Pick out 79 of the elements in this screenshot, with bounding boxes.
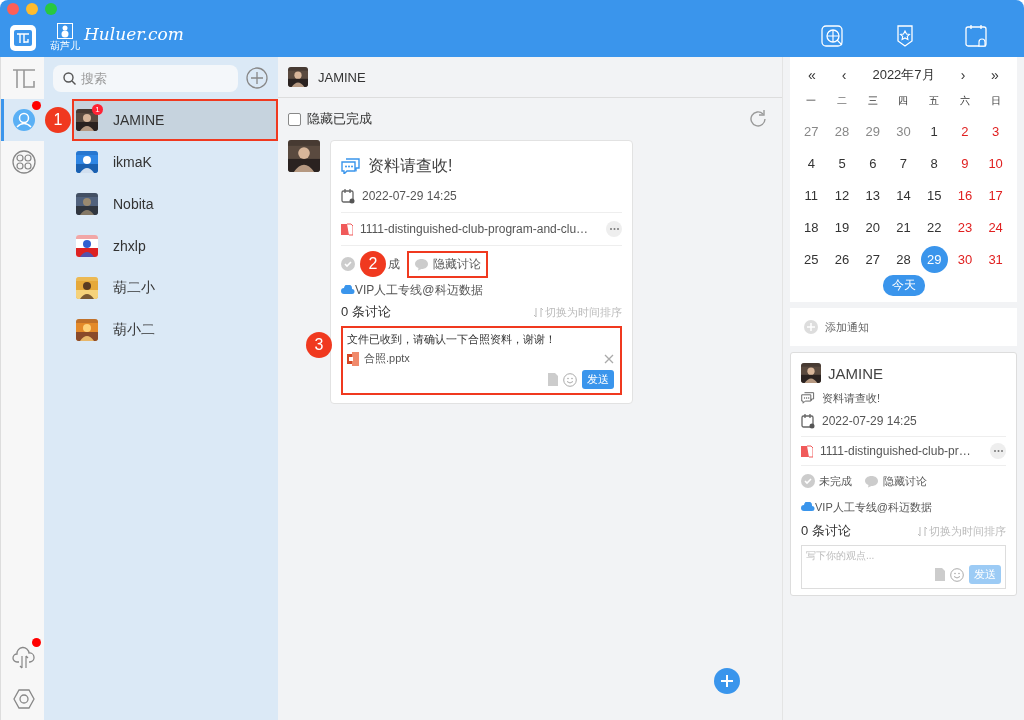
discussion-count: 0 条讨论 [801,522,851,540]
calendar-day[interactable]: 4 [797,150,825,177]
search-field[interactable]: 搜索 [53,64,238,92]
calendar-day[interactable]: 22 [920,214,948,241]
status-label: 成 [388,255,400,273]
task-date: 2022-07-29 14:25 [362,189,457,203]
contact-item[interactable]: 1 JAMINE [72,99,278,141]
calendar-day[interactable]: 11 [797,182,825,209]
calendar-day[interactable]: 15 [920,182,948,209]
logo-caption: 葫芦儿 [50,40,80,51]
calendar-day[interactable]: 26 [828,246,856,273]
calendar-day[interactable]: 1 [920,118,948,145]
calendar-day[interactable]: 14 [890,182,917,209]
calendar-day[interactable]: 9 [951,150,979,177]
contact-item[interactable]: zhxlp [72,225,278,267]
calendar-day[interactable]: 3 [982,118,1010,145]
contact-item[interactable]: 葫小二 [72,309,278,351]
checkbox-label: 隐藏已完成 [307,110,372,128]
weekday-label: 一 [805,94,818,108]
annotation-marker: 2 [360,251,386,277]
preview-date: 2022-07-29 14:25 [822,414,917,428]
attachment-link[interactable]: 1111-distinguished-club-pr… [820,444,971,458]
calendar-day[interactable]: 27 [797,118,825,145]
hide-discussion-button[interactable]: 隐藏讨论 [407,250,488,278]
group-label: VIP人工专线@科迈数据 [355,281,483,299]
calendar-day[interactable]: 21 [890,214,917,241]
chat-title: JAMINE [318,69,366,85]
contact-item[interactable]: Nobita [72,183,278,225]
calendar-day[interactable]: 16 [951,182,979,209]
calendar-day[interactable]: 30 [890,118,917,145]
calendar-day[interactable]: 25 [797,246,825,273]
calendar-day[interactable]: 8 [920,150,948,177]
weekday-label: 三 [866,94,879,108]
weekday-label: 二 [836,94,849,108]
calendar-day[interactable]: 27 [859,246,887,273]
calendar-day[interactable]: 23 [951,214,979,241]
weekday-label: 日 [989,94,1002,108]
contact-item[interactable]: 葫二小 [72,267,278,309]
discussion-count: 0 条讨论 [341,303,391,321]
calendar-day[interactable]: 29 [859,118,887,145]
hide-discussion-button[interactable]: 隐藏讨论 [859,470,932,492]
task-title: 资料请查收! [368,155,453,176]
attachment-name: 合照.pptx [364,351,410,366]
calendar-month: 2022年7月 [871,66,936,84]
calendar-day[interactable]: 19 [828,214,856,241]
add-notice-button[interactable]: 添加通知 [790,308,1017,346]
prev-year-button[interactable]: « [796,67,828,83]
calendar-day[interactable]: 13 [859,182,887,209]
calendar-day[interactable]: 28 [890,246,917,273]
next-year-button[interactable]: » [979,67,1011,83]
annotation-marker: 3 [306,332,332,358]
group-label: VIP人工专线@科迈数据 [815,499,932,515]
calendar-day[interactable]: 20 [859,214,887,241]
weekday-label: 六 [958,94,971,108]
calendar-day[interactable]: 28 [828,118,856,145]
comment-box[interactable]: 文件已收到，请确认一下合照资料，谢谢！ 合照.pptx 发送 [341,326,622,395]
unread-badge: 1 [92,104,103,115]
calendar-day[interactable]: 7 [890,150,917,177]
calendar-day[interactable]: 6 [859,150,887,177]
calendar-day[interactable]: 2 [951,118,979,145]
calendar-day[interactable]: 18 [797,214,825,241]
calendar-day[interactable]: 10 [982,150,1010,177]
preview-title: 资料请查收! [822,390,881,406]
preview-name: JAMINE [828,364,883,382]
weekday-label: 五 [928,94,941,108]
calendar-day[interactable]: 12 [828,182,856,209]
logo-text: Huluer.com [84,24,184,44]
weekday-label: 四 [897,94,910,108]
next-month-button[interactable]: › [947,67,979,83]
calendar-day[interactable]: 24 [982,214,1010,241]
attachment-link[interactable]: 1111-distinguished-club-program-and-clu… [360,222,589,236]
prev-month-button[interactable]: ‹ [828,67,860,83]
calendar-day[interactable]: 5 [828,150,856,177]
calendar-day[interactable]: 17 [982,182,1010,209]
calendar-day[interactable]: 31 [982,246,1010,273]
calendar-day[interactable]: 30 [951,246,979,273]
annotation-marker: 1 [45,107,71,133]
status-label: 未完成 [819,473,852,489]
contact-item[interactable]: ikmaK [72,141,278,183]
